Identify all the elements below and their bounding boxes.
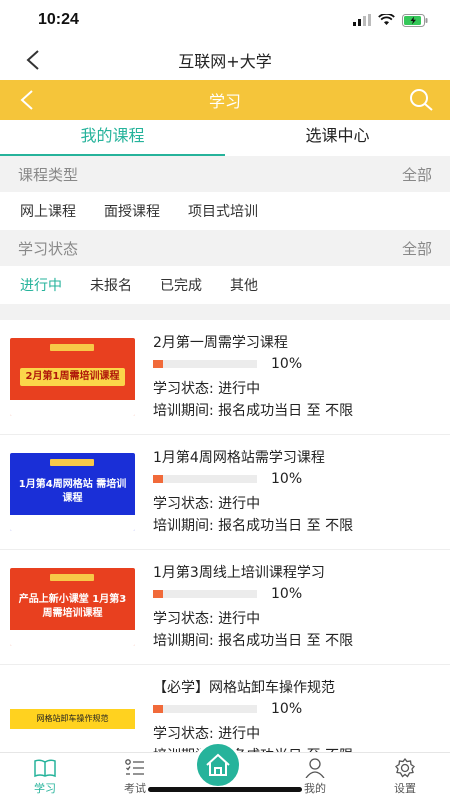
nav-settings-label: 设置 [394,782,416,795]
logo-strip [50,459,94,466]
search-icon[interactable] [408,87,434,113]
filter-not-enrolled[interactable]: 未报名 [90,275,132,295]
page-title: 学习 [208,92,241,111]
progress-bar [153,705,257,713]
home-icon [206,753,230,776]
course-type-all[interactable]: 全部 [402,164,432,185]
course-item[interactable]: 1月第4周网格站 需培训课程 1月第4周网格站需学习课程 10% 学习状态: 进… [0,435,450,550]
tab-course-center[interactable]: 选课中心 [225,120,450,156]
book-icon [34,759,56,778]
divider [0,304,450,320]
thumbnail-footer [10,515,135,531]
progress-fill [153,360,164,368]
status-icons [353,13,428,27]
progress-row: 10% [153,471,450,487]
progress-fill [153,590,164,598]
signal-icon [353,14,371,26]
filter-other[interactable]: 其他 [230,275,258,295]
course-period: 培训期间: 报名成功当日 至 不限 [153,518,354,534]
app-title: 互联网+大学 [178,52,272,71]
course-title: 1月第3周线上培训课程学习 [153,565,325,581]
progress-row: 10% [153,356,450,372]
progress-fill [153,475,164,483]
status-time: 10:24 [38,11,79,28]
course-info: 1月第4周网格站需学习课程 10% 学习状态: 进行中 培训期间: 报名成功当日… [153,447,450,537]
tab-indicator [0,154,225,156]
page-topbar: 学习 [0,80,450,120]
course-status: 学习状态: 进行中 [153,611,261,627]
progress-bar [153,475,257,483]
course-item[interactable]: 产品上新小课堂 1月第3周需培训课程 1月第3周线上培训课程学习 10% 学习状… [0,550,450,665]
filter-in-progress[interactable]: 进行中 [20,275,62,295]
logo-strip [50,574,94,581]
nav-mine-label: 我的 [304,782,326,795]
tab-my-courses[interactable]: 我的课程 [0,120,225,156]
progress-percent: 10% [271,471,303,487]
filter-online[interactable]: 网上课程 [20,201,76,221]
status-bar: 10:24 [0,0,450,40]
thumbnail-text: 网格站卸车操作规范 [10,709,135,729]
course-thumbnail: 网格站卸车操作规范 [10,683,135,761]
progress-percent: 10% [271,701,303,717]
back-arrow-icon[interactable] [22,48,46,72]
gear-icon [395,758,415,778]
progress-bar [153,590,257,598]
course-thumbnail: 2月第1周需培训课程 [10,338,135,416]
course-status: 学习状态: 进行中 [153,726,261,742]
app-header: 互联网+大学 [0,40,450,80]
thumbnail-footer [10,630,135,646]
thumbnail-text: 1月第4周网格站 需培训课程 [18,479,127,504]
course-title: 2月第一周需学习课程 [153,335,288,351]
bottom-nav: 学习 考试 我的 设置 [0,741,450,800]
filter-project[interactable]: 项目式培训 [188,201,258,221]
wifi-icon [378,14,395,25]
filter-completed[interactable]: 已完成 [160,275,202,295]
battery-icon [402,13,428,27]
nav-study-label: 学习 [34,782,56,795]
progress-percent: 10% [271,586,303,602]
list-icon [125,759,144,775]
progress-percent: 10% [271,356,303,372]
user-icon [305,758,325,778]
course-title: 1月第4周网格站需学习课程 [153,450,325,466]
progress-bar [153,360,257,368]
nav-exam[interactable]: 考试 [90,753,180,800]
course-info: 2月第一周需学习课程 10% 学习状态: 进行中 培训期间: 报名成功当日 至 … [153,332,450,422]
thumbnail-text: 产品上新小课堂 1月第3周需培训课程 [18,594,127,619]
course-type-filters: 网上课程 面授课程 项目式培训 [0,192,450,230]
course-status: 学习状态: 进行中 [153,496,261,512]
thumbnail-footer [10,400,135,416]
nav-home[interactable] [180,741,270,800]
nav-settings[interactable]: 设置 [360,753,450,800]
course-item[interactable]: 2月第1周需培训课程 2月第一周需学习课程 10% 学习状态: 进行中 培训期间… [0,320,450,435]
course-tabs: 我的课程 选课中心 [0,120,450,156]
study-status-header: 学习状态 全部 [0,230,450,266]
back-icon[interactable] [16,88,40,112]
study-status-all[interactable]: 全部 [402,238,432,259]
course-period: 培训期间: 报名成功当日 至 不限 [153,403,354,419]
nav-exam-label: 考试 [124,782,146,795]
logo-strip [50,344,94,351]
course-status: 学习状态: 进行中 [153,381,261,397]
study-status-filters: 进行中 未报名 已完成 其他 [0,266,450,304]
progress-row: 10% [153,586,450,602]
filter-offline[interactable]: 面授课程 [104,201,160,221]
course-title: 【必学】网格站卸车操作规范 [153,680,335,696]
progress-row: 10% [153,701,450,717]
course-list: 2月第1周需培训课程 2月第一周需学习课程 10% 学习状态: 进行中 培训期间… [0,320,450,780]
course-type-label: 课程类型 [18,165,79,184]
nav-study[interactable]: 学习 [0,753,90,800]
course-thumbnail: 1月第4周网格站 需培训课程 [10,453,135,531]
course-type-header: 课程类型 全部 [0,156,450,192]
course-period: 培训期间: 报名成功当日 至 不限 [153,633,354,649]
progress-fill [153,705,164,713]
thumbnail-text: 2月第1周需培训课程 [19,368,126,386]
study-status-label: 学习状态 [18,239,79,258]
nav-mine[interactable]: 我的 [270,753,360,800]
course-thumbnail: 产品上新小课堂 1月第3周需培训课程 [10,568,135,646]
home-indicator [148,787,302,792]
home-button[interactable] [194,741,242,789]
course-info: 1月第3周线上培训课程学习 10% 学习状态: 进行中 培训期间: 报名成功当日… [153,562,450,652]
